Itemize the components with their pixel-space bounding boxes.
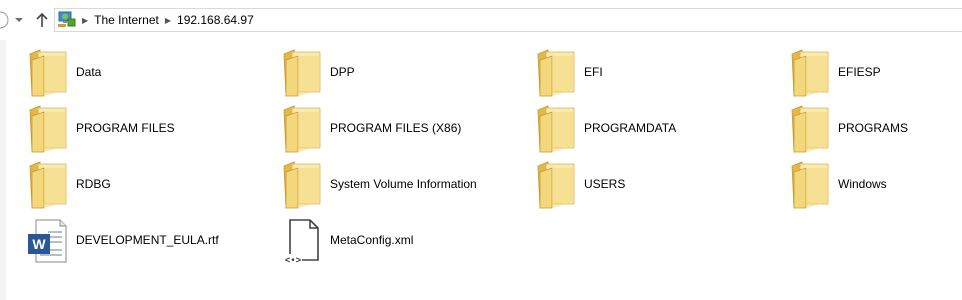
folder-programdata[interactable]: PROGRAMDATA [534, 100, 676, 156]
folder-data[interactable]: Data [26, 44, 101, 100]
file-metaconfig-xml[interactable]: <•> MetaConfig.xml [280, 212, 413, 268]
folder-icon [26, 102, 70, 154]
item-label: USERS [584, 177, 626, 191]
folder-programs[interactable]: PROGRAMS [788, 100, 908, 156]
item-label: DEVELOPMENT_EULA.rtf [76, 233, 219, 247]
breadcrumb-the-internet[interactable]: The Internet [94, 13, 159, 27]
back-button[interactable] [0, 8, 10, 32]
item-label: PROGRAMDATA [584, 121, 677, 135]
network-icon [58, 10, 76, 31]
folder-rdbg[interactable]: RDBG [26, 156, 111, 212]
breadcrumb-chevron-icon[interactable]: ▶ [82, 16, 88, 25]
item-label: DPP [330, 65, 355, 79]
file-development-eula-rtf[interactable]: W DEVELOPMENT_EULA.rtf [26, 212, 219, 268]
item-label: PROGRAM FILES [76, 121, 175, 135]
folder-efi[interactable]: EFI [534, 44, 603, 100]
folder-icon [280, 46, 324, 98]
folder-icon [788, 46, 832, 98]
folder-icon [788, 102, 832, 154]
folder-icon [280, 158, 324, 210]
item-label: Data [76, 65, 102, 79]
breadcrumb-chevron-icon[interactable]: ▶ [165, 16, 171, 25]
folder-icon [26, 46, 70, 98]
svg-text:W: W [32, 236, 46, 252]
item-label: Windows [838, 177, 887, 191]
navigation-pane-edge [0, 40, 6, 300]
folder-icon [788, 158, 832, 210]
item-label: System Volume Information [330, 177, 477, 191]
back-icon [0, 11, 9, 29]
breadcrumb-host[interactable]: 192.168.64.97 [177, 13, 254, 27]
folder-system-volume-information[interactable]: System Volume Information [280, 156, 477, 212]
item-label: EFIESP [838, 65, 881, 79]
folder-icon [534, 46, 578, 98]
folder-icon [280, 102, 324, 154]
address-field[interactable]: ▶ The Internet ▶ 192.168.64.97 [54, 8, 962, 32]
word-document-icon: W [26, 214, 70, 266]
recent-locations-button[interactable] [12, 8, 26, 32]
folder-efiesp[interactable]: EFIESP [788, 44, 881, 100]
item-label: MetaConfig.xml [330, 233, 414, 247]
folder-program-files-x86[interactable]: PROGRAM FILES (X86) [280, 100, 461, 156]
folder-icon [26, 158, 70, 210]
address-bar: ▶ The Internet ▶ 192.168.64.97 [0, 0, 962, 40]
folder-icon [534, 102, 578, 154]
folder-icon [534, 158, 578, 210]
item-label: RDBG [76, 177, 111, 191]
folder-program-files[interactable]: PROGRAM FILES [26, 100, 175, 156]
xml-file-icon: <•> [280, 214, 324, 266]
item-label: PROGRAMS [838, 121, 909, 135]
svg-text:<•>: <•> [285, 256, 301, 266]
item-label: EFI [584, 65, 603, 79]
item-label: PROGRAM FILES (X86) [330, 121, 462, 135]
folder-users[interactable]: USERS [534, 156, 625, 212]
up-button[interactable] [33, 8, 51, 32]
folder-dpp[interactable]: DPP [280, 44, 355, 100]
folder-windows[interactable]: Windows [788, 156, 887, 212]
arrow-up-icon [36, 12, 48, 27]
chevron-down-icon [15, 18, 23, 22]
